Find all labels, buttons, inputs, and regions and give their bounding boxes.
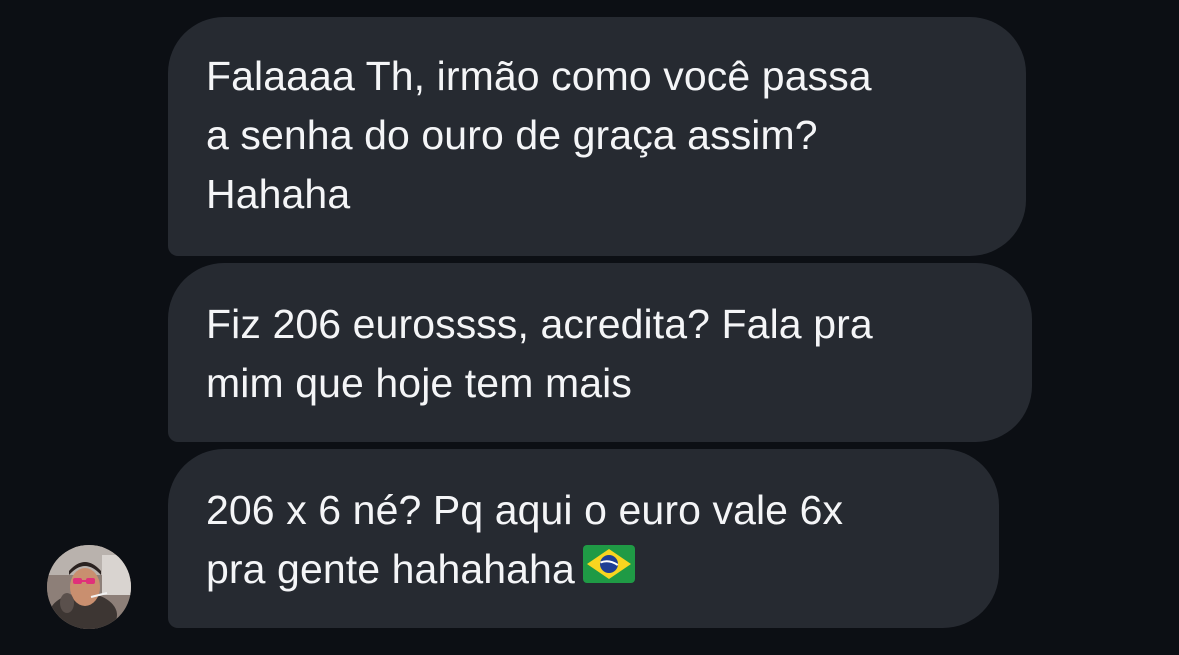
message-bubble[interactable]: 206 x 6 né? Pq aqui o euro vale 6x pra g… [168, 449, 999, 628]
brazil-flag-icon [582, 540, 635, 599]
message-text-line: Fiz 206 eurossss, acredita? Fala pra [206, 301, 873, 347]
message-text: pra gente hahahaha [206, 546, 575, 592]
message-bubble[interactable]: Falaaaa Th, irmão como você passa a senh… [168, 17, 1026, 256]
message-text-line: mim que hoje tem mais [206, 360, 632, 406]
message-text-line: Hahaha [206, 171, 351, 217]
message-bubble[interactable]: Fiz 206 eurossss, acredita? Fala pra mim… [168, 263, 1032, 442]
message-text-line: pra gente hahahaha [206, 540, 961, 602]
message-text-line: 206 x 6 né? Pq aqui o euro vale 6x [206, 487, 844, 533]
message-text-line: Falaaaa Th, irmão como você passa [206, 53, 872, 99]
sender-avatar[interactable] [47, 545, 131, 629]
message-text-line: a senha do ouro de graça assim? [206, 112, 818, 158]
avatar-photo-icon [47, 545, 131, 629]
